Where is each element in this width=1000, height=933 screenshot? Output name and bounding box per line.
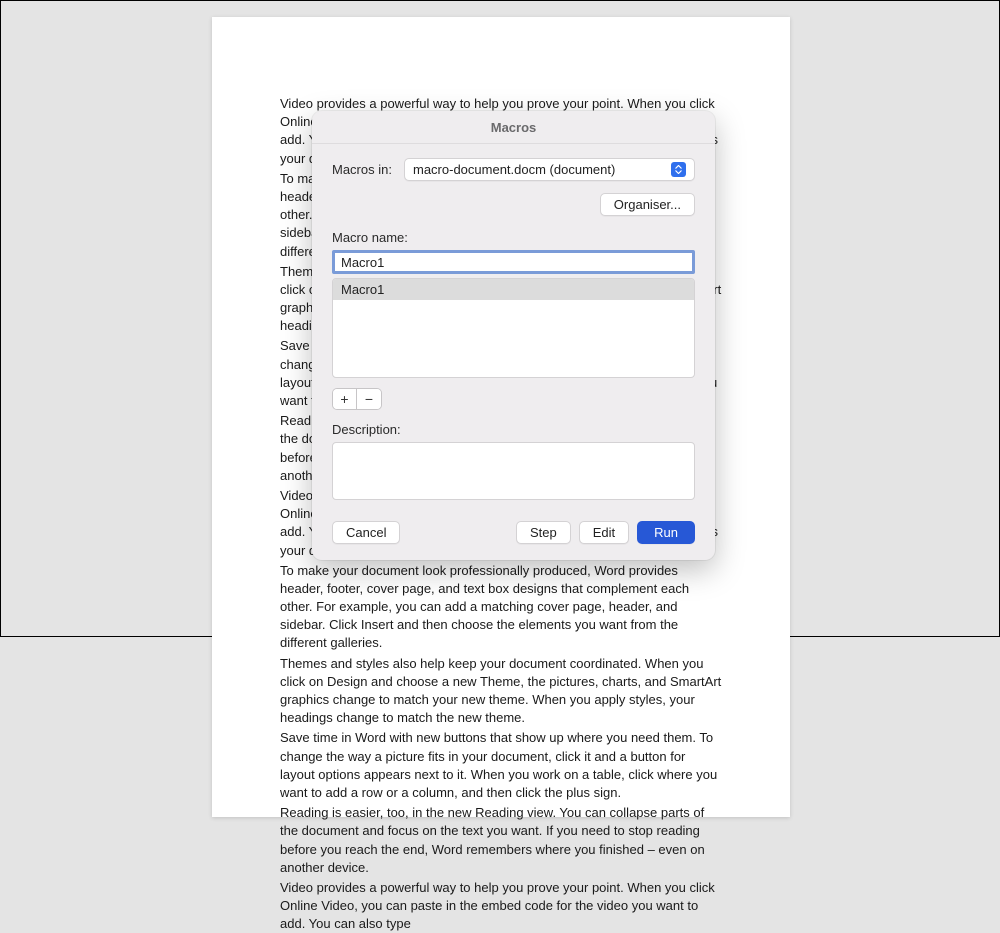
doc-paragraph: To make your document look professionall… bbox=[280, 562, 722, 653]
footer-right-group: Step Edit Run bbox=[516, 521, 695, 544]
run-button[interactable]: Run bbox=[637, 521, 695, 544]
add-macro-button[interactable]: + bbox=[333, 389, 357, 409]
macros-in-value: macro-document.docm (document) bbox=[413, 162, 615, 177]
step-button[interactable]: Step bbox=[516, 521, 571, 544]
description-textarea[interactable] bbox=[332, 442, 695, 500]
macros-in-select[interactable]: macro-document.docm (document) bbox=[404, 158, 695, 181]
add-remove-group: + − bbox=[332, 388, 382, 410]
macro-name-label: Macro name: bbox=[332, 230, 695, 245]
organiser-row: Organiser... bbox=[332, 193, 695, 216]
doc-paragraph: Themes and styles also help keep your do… bbox=[280, 655, 722, 728]
dialog-footer: Cancel Step Edit Run bbox=[332, 521, 695, 544]
macros-in-label: Macros in: bbox=[332, 162, 404, 177]
dialog-body: Macros in: macro-document.docm (document… bbox=[312, 144, 715, 560]
macros-dialog: Macros Macros in: macro-document.docm (d… bbox=[312, 111, 715, 560]
dialog-title: Macros bbox=[312, 111, 715, 144]
description-label: Description: bbox=[332, 422, 695, 437]
updown-caret-icon bbox=[671, 162, 686, 177]
edit-button[interactable]: Edit bbox=[579, 521, 629, 544]
macro-listbox[interactable]: Macro1 bbox=[332, 278, 695, 378]
organiser-button[interactable]: Organiser... bbox=[600, 193, 695, 216]
macro-name-input[interactable] bbox=[332, 250, 695, 274]
doc-paragraph: Reading is easier, too, in the new Readi… bbox=[280, 804, 722, 877]
macros-in-row: Macros in: macro-document.docm (document… bbox=[332, 158, 695, 181]
cancel-button[interactable]: Cancel bbox=[332, 521, 400, 544]
doc-paragraph: Save time in Word with new buttons that … bbox=[280, 729, 722, 802]
list-item[interactable]: Macro1 bbox=[333, 279, 694, 300]
remove-macro-button[interactable]: − bbox=[357, 389, 381, 409]
doc-paragraph: Video provides a powerful way to help yo… bbox=[280, 879, 722, 933]
